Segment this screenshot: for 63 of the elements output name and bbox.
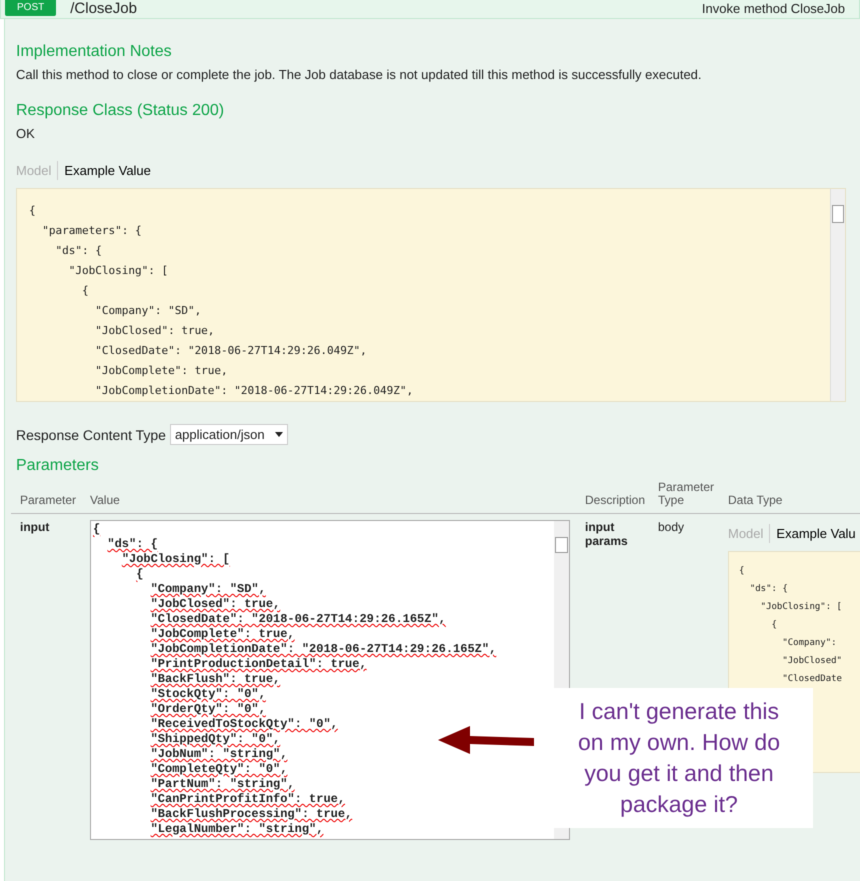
parameter-type: body [658, 520, 686, 534]
code-line: "JobClosing": [ [760, 601, 843, 614]
code-line: "JobCompletionDate": "2018-06-27T14:29:26.049Z", [94, 383, 414, 399]
code-line: { [739, 565, 746, 578]
code-line: "ClosedDate": "2018-06-27T14:29:26.049Z", [94, 343, 368, 359]
code-line: { [770, 619, 778, 632]
code-line: { [80, 283, 90, 299]
code-line: "JobNum": "string", [150, 747, 288, 762]
code-line: "parameters": { [41, 223, 143, 239]
code-line: { [135, 567, 144, 582]
code-line: "JobClosed": true, [94, 323, 216, 339]
method-badge: POST [5, 0, 56, 16]
notes-text: Call this method to close or complete the job. The Job database is not updated till this method is successfully executed. [16, 67, 703, 82]
section-heading: Parameters [16, 457, 100, 475]
code-line: "ReceivedToStockQty": "0", [150, 717, 338, 732]
code-line: "ClosedDate [781, 673, 843, 686]
code-line: { [93, 522, 100, 537]
response-class-text: OK [16, 126, 36, 141]
column-header: Parameter Type [658, 481, 716, 509]
code-line: "Company": [781, 637, 838, 650]
code-line: "ds": { [106, 537, 158, 552]
code-line: "ShippedQty": "0", [150, 732, 280, 747]
code-line: "Company": "SD", [94, 303, 202, 319]
code-line: "ClosedDate": "2018-06-27T14:29:26.165Z", [150, 612, 446, 627]
code-line: "CanPrintProfitInfo": true, [150, 792, 346, 807]
code-line: "LegalNumber": "string", [150, 822, 324, 837]
code-line: "PrintProductionDetail": true, [150, 657, 367, 672]
column-header: Parameter [20, 494, 78, 509]
code-line: "JobClosed": true, [150, 597, 280, 612]
section-heading: Implementation Notes [16, 43, 173, 61]
section-heading: Response Class (Status 200) [16, 102, 226, 120]
scrollbar[interactable] [830, 189, 845, 401]
code-line: "JobCompletionDate": "2018-06-27T14:29:26.165Z", [150, 642, 496, 657]
code-line: "JobClosing": [ [120, 552, 230, 567]
tab[interactable]: Example Value [57, 161, 157, 180]
operation-summary: Invoke method CloseJob [702, 0, 845, 16]
code-line: "PartNum": "string", [150, 777, 295, 792]
column-header: Value [90, 494, 121, 509]
code-line: "JobComplete": true, [94, 363, 229, 379]
code-line: "ds": { [748, 583, 789, 596]
content-type-select[interactable]: application/json [170, 424, 288, 445]
column-header: Data Type [728, 494, 784, 509]
code-line: "JobClosing": [ [68, 263, 170, 279]
code-line: "BackFlush": true, [150, 672, 280, 687]
parameter-description: input params [585, 520, 629, 548]
caret-icon [274, 432, 283, 437]
code-line: "BackFlushProcessing": true, [150, 807, 352, 822]
code-line: "JobComplete": true, [150, 627, 295, 642]
code-line: { [29, 203, 37, 219]
code-line: "JobClosed" [781, 655, 843, 668]
parameter-name: input [20, 520, 50, 534]
operation-path: /CloseJob [70, 0, 137, 16]
code-line: "OrderQty": "0", [150, 702, 266, 717]
code-line: "CompleteQty": "0", [150, 762, 288, 777]
code-line: "Company": "SD", [150, 582, 266, 597]
tab[interactable]: Example Valu [769, 524, 860, 543]
code-line: "StockQty": "0", [150, 687, 266, 702]
arrow-icon [438, 726, 534, 754]
input-field[interactable] [90, 520, 570, 840]
column-header: Description [585, 494, 646, 509]
field-label: Response Content Type [16, 426, 166, 442]
operation-header[interactable]: POST /CloseJob Invoke method CloseJob [0, 0, 860, 19]
code-line: "ds": { [54, 243, 103, 259]
